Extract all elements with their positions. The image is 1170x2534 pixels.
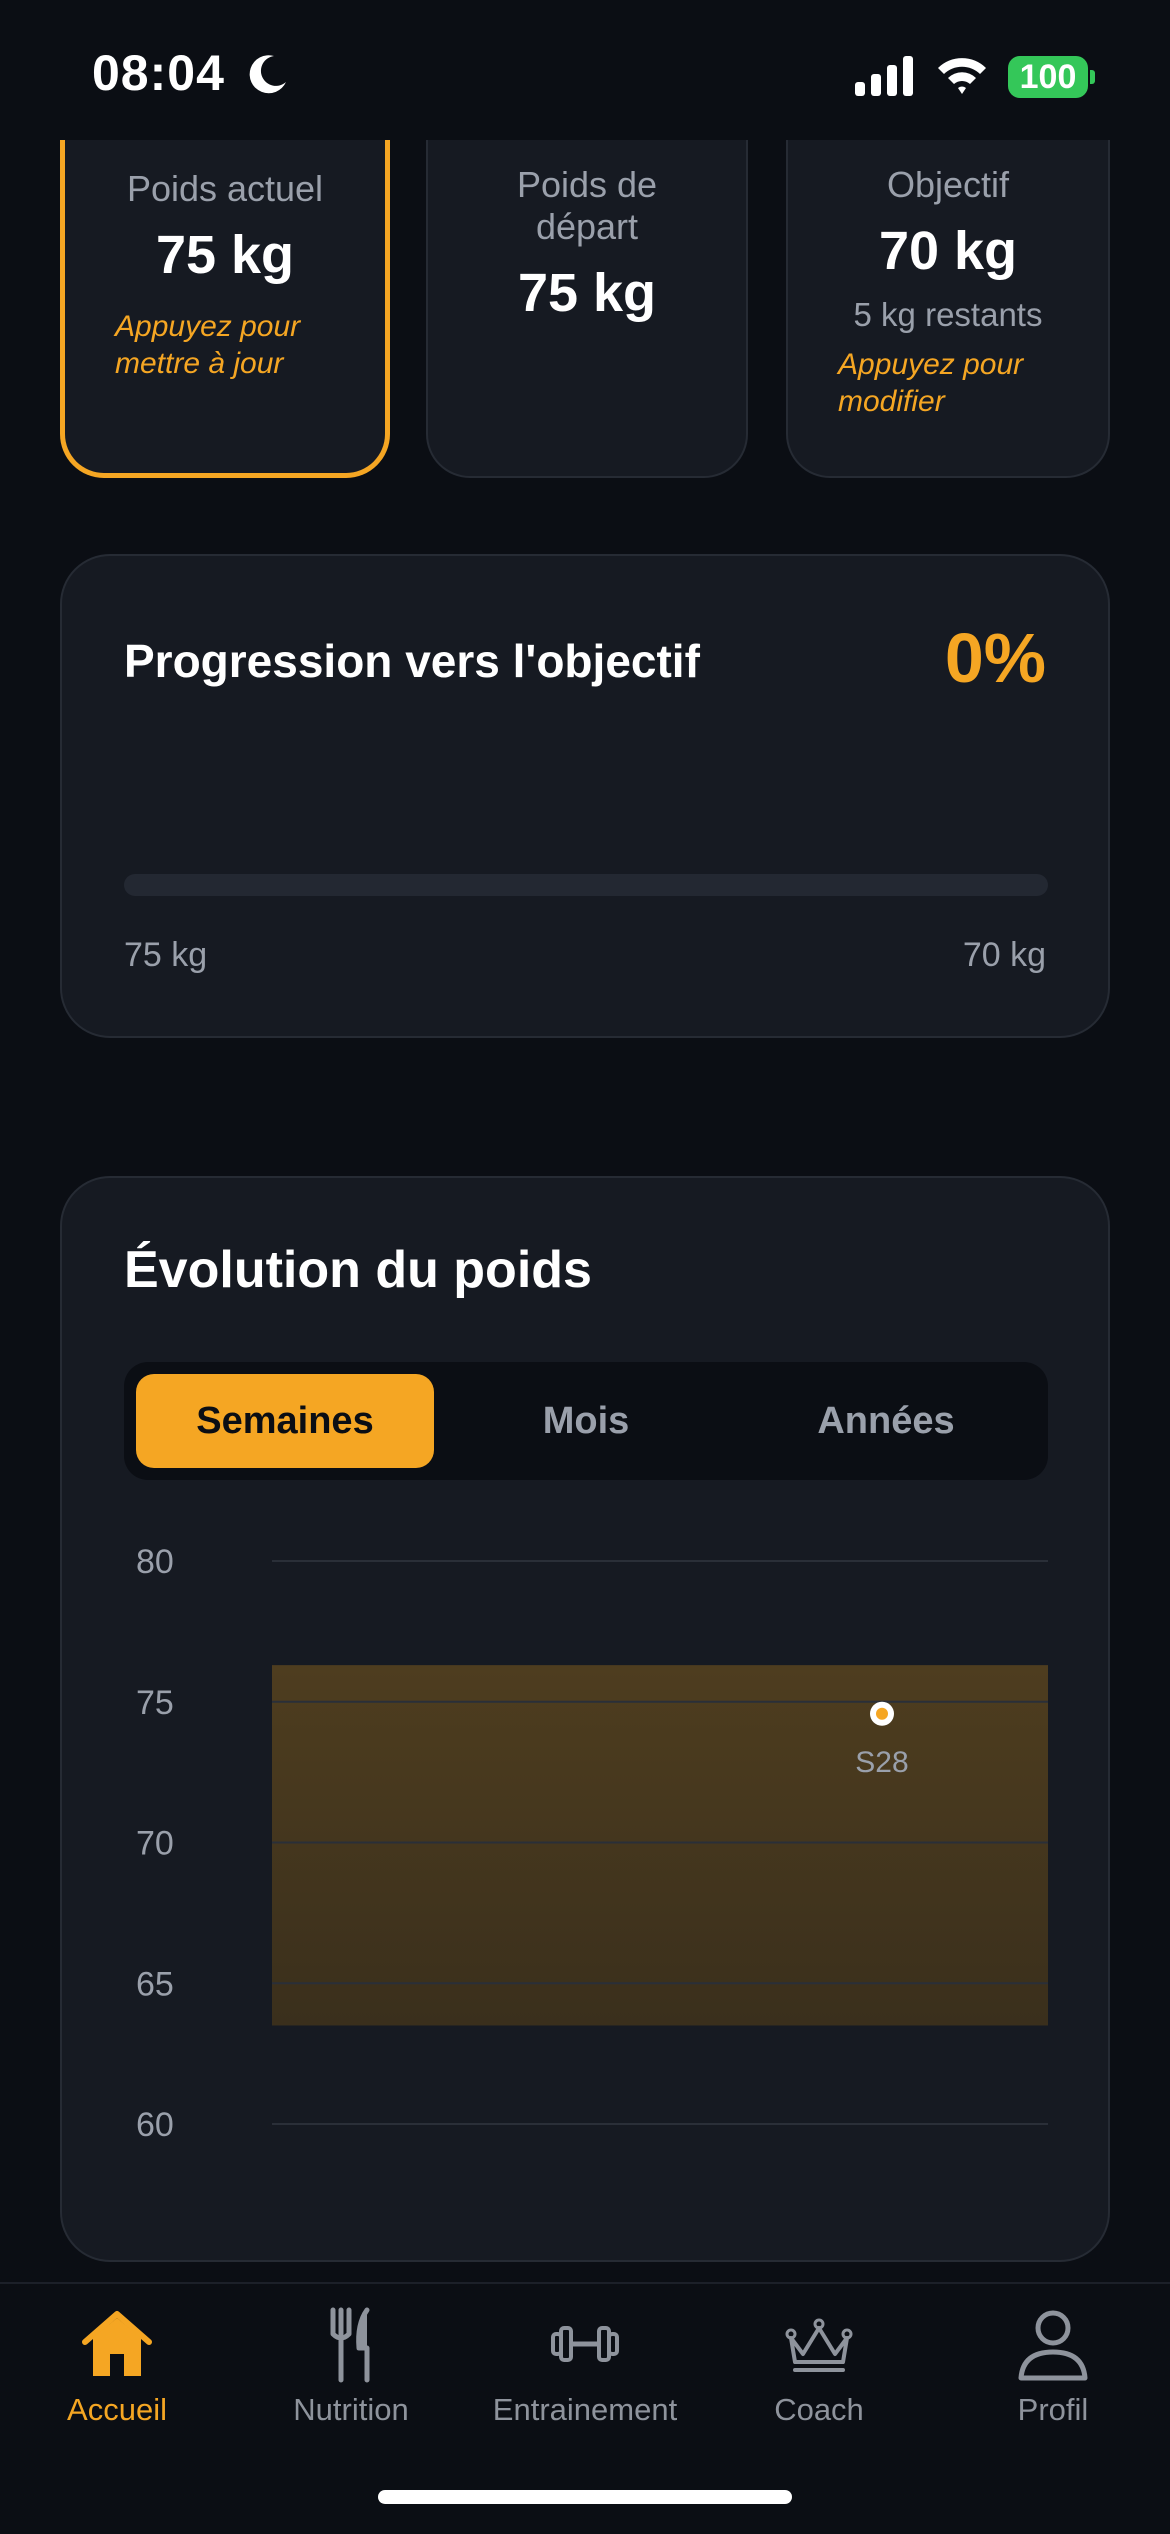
weight-chart: 80 75 70 65 60 S28: [136, 1543, 1048, 2144]
weight-evolution-card: Évolution du poids Semaines Mois Années …: [60, 1176, 1110, 2262]
current-weight-card[interactable]: Poids actuel 75 kg Appuyez pour mettre à…: [60, 90, 390, 478]
status-time: 08:04: [92, 45, 225, 101]
current-weight-hint: Appuyez pour mettre à jour: [115, 310, 301, 380]
moon-icon: [249, 55, 286, 94]
status-bar: 08:04 100: [0, 0, 1170, 140]
y-tick-label: 80: [136, 1543, 174, 1581]
nav-training-label: Entrainement: [492, 2392, 678, 2427]
start-weight-label: Poids de départ: [516, 164, 658, 247]
wifi-icon: [938, 58, 986, 94]
goal-weight-value: 70 kg: [878, 221, 1018, 281]
fork-knife-icon: [330, 2307, 370, 2383]
dumbbell-icon: [551, 2326, 619, 2362]
data-point-label: S28: [855, 1746, 908, 1779]
start-weight-card: Poids de départ 75 kg: [426, 90, 748, 478]
progress-bar: [124, 874, 1048, 896]
progress-title: Progression vers l'objectif: [124, 635, 700, 687]
target-range-band: [272, 1665, 1048, 2026]
nav-nutrition-label: Nutrition: [293, 2392, 409, 2427]
progress-goal-weight: 70 kg: [962, 936, 1046, 974]
progress-percent: 0%: [944, 619, 1046, 697]
nav-coach-label: Coach: [774, 2392, 864, 2427]
y-tick-label: 60: [136, 2106, 174, 2144]
battery-indicator: 100: [1008, 56, 1088, 98]
current-weight-value: 75 kg: [155, 225, 295, 285]
home-icon: [82, 2311, 152, 2376]
y-tick-label: 65: [136, 1965, 174, 2003]
nav-coach[interactable]: Coach: [702, 2304, 936, 2428]
battery-tip: [1090, 70, 1095, 84]
nav-profile[interactable]: Profil: [936, 2304, 1170, 2428]
home-indicator: [378, 2490, 792, 2504]
data-point-center: [876, 1707, 888, 1720]
current-weight-label: Poids actuel: [126, 168, 324, 209]
goal-progress-card: Progression vers l'objectif 0% 75 kg 70 …: [60, 554, 1110, 1038]
nav-profile-label: Profil: [1017, 2392, 1089, 2427]
signal-icon: [855, 56, 913, 96]
person-icon: [1018, 2310, 1088, 2381]
nav-nutrition[interactable]: Nutrition: [234, 2304, 468, 2428]
crown-icon: [785, 2318, 853, 2372]
goal-weight-card[interactable]: Objectif 70 kg 5 kg restants Appuyez pou…: [786, 90, 1110, 478]
goal-weight-hint: Appuyez pour modifier: [838, 348, 1024, 418]
nav-home[interactable]: Accueil: [0, 2304, 234, 2428]
nav-training[interactable]: Entrainement: [468, 2304, 702, 2428]
goal-weight-label: Objectif: [886, 164, 1010, 205]
goal-remaining: 5 kg restants: [853, 296, 1043, 333]
start-weight-value: 75 kg: [517, 263, 657, 323]
y-tick-label: 70: [136, 1825, 174, 1863]
y-tick-label: 75: [136, 1684, 174, 1722]
progress-start-weight: 75 kg: [124, 936, 208, 974]
nav-home-label: Accueil: [67, 2392, 167, 2427]
